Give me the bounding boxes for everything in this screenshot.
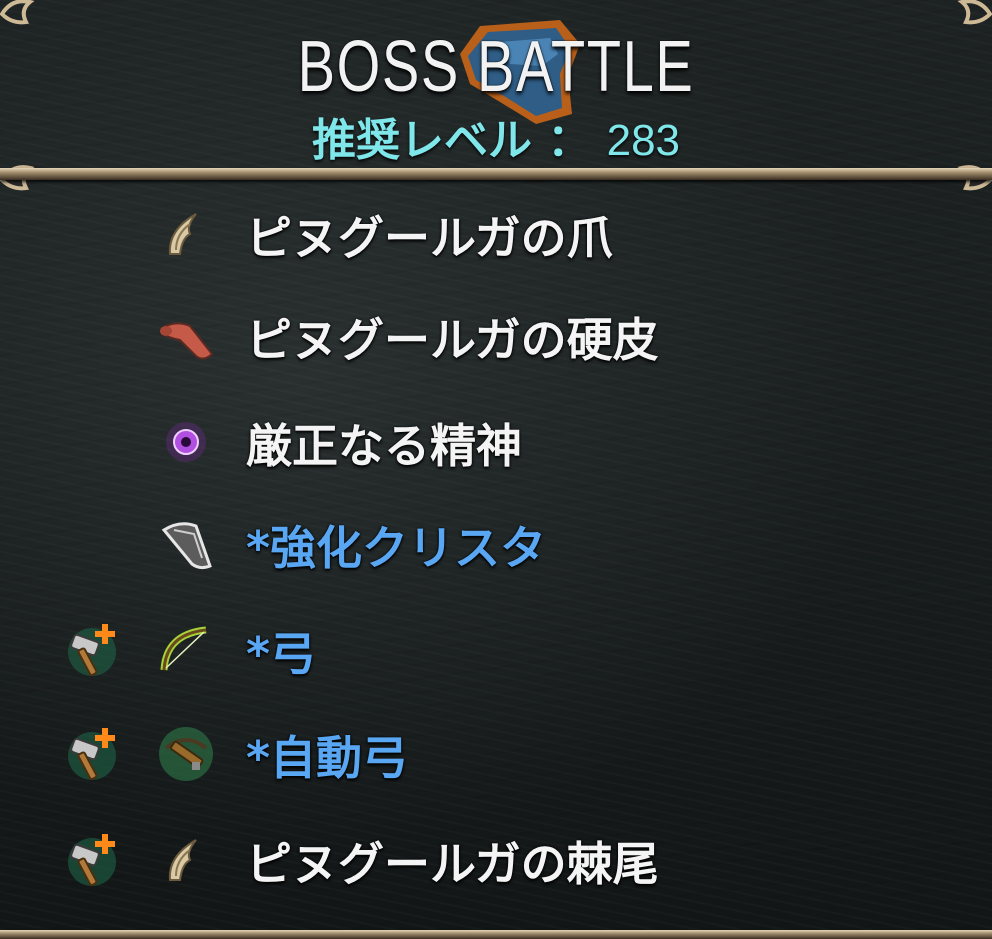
hammer-plus-icon xyxy=(68,834,116,887)
drop-item-label: ピヌグールガの硬皮 xyxy=(246,313,659,367)
header: BOSS BATTLE 推奨レベル ： 283 xyxy=(0,0,992,172)
drop-item-label: *弓 xyxy=(246,627,317,681)
list-item[interactable]: ピヌグールガの硬皮 xyxy=(0,282,992,382)
frame-corner-ornament-icon xyxy=(0,0,35,25)
crystal-icon xyxy=(161,522,212,570)
claw-icon xyxy=(168,213,197,255)
bow-icon xyxy=(160,626,207,671)
header-divider xyxy=(0,168,992,180)
drop-item-label: ピヌグールガの棘尾 xyxy=(246,837,659,891)
drop-item-label: *自動弓 xyxy=(246,731,409,785)
list-item[interactable]: *弓 xyxy=(0,596,992,696)
drop-item-label: 厳正なる精神 xyxy=(246,419,522,473)
list-item[interactable]: ピヌグールガの爪 xyxy=(0,180,992,280)
list-item[interactable]: *自動弓 xyxy=(0,700,992,800)
claw-icon xyxy=(168,839,197,881)
footer-divider xyxy=(0,930,992,939)
drop-item-label: *強化クリスタ xyxy=(246,521,547,575)
list-item[interactable]: 厳正なる精神 xyxy=(0,388,992,488)
crossbow-icon xyxy=(159,727,213,781)
recommended-level: 推奨レベル ： 283 xyxy=(0,104,992,168)
boss-battle-title: BOSS BATTLE xyxy=(297,27,695,107)
frame-corner-ornament-icon xyxy=(957,0,992,25)
recommended-level-label: 推奨レベル ： xyxy=(311,115,607,166)
hide-icon xyxy=(160,322,214,360)
hammer-plus-icon xyxy=(68,728,116,781)
list-item[interactable]: *強化クリスタ xyxy=(0,490,992,590)
purple-orb-icon xyxy=(166,422,206,462)
hammer-plus-icon xyxy=(68,624,116,677)
drop-item-label: ピヌグールガの爪 xyxy=(246,211,613,265)
recommended-level-value: 283 xyxy=(606,116,681,165)
list-item[interactable]: ピヌグールガの棘尾 xyxy=(0,806,992,906)
